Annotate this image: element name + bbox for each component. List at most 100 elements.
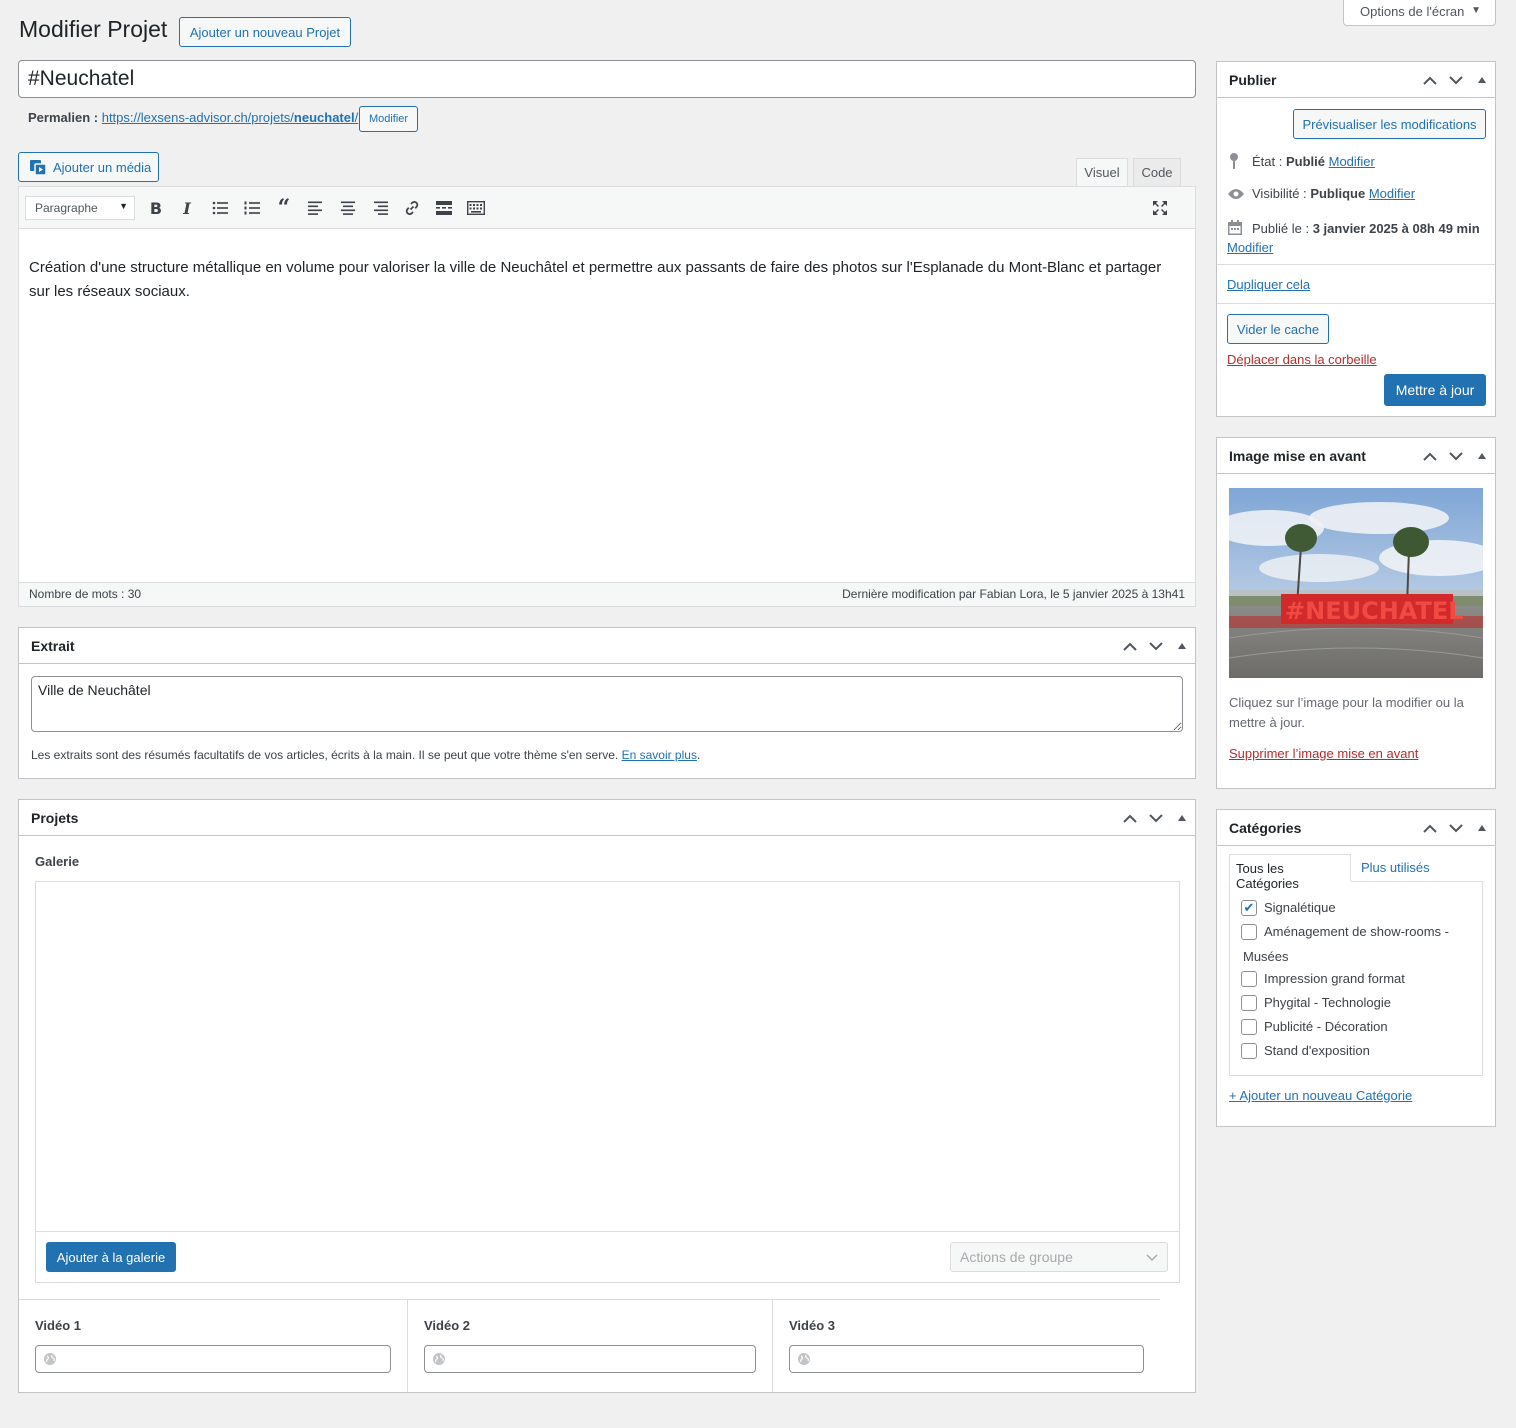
gallery-footer: Ajouter à la galerie Actions de groupe (36, 1231, 1179, 1282)
video3-input[interactable] (789, 1345, 1144, 1373)
move-down-icon[interactable] (1146, 808, 1166, 828)
add-media-label: Ajouter un média (53, 159, 152, 175)
tab-code[interactable]: Code (1133, 158, 1181, 186)
featured-image[interactable]: #NEUCHATEL (1229, 488, 1483, 678)
bulk-actions-select[interactable]: Actions de groupe (950, 1242, 1168, 1272)
checkbox[interactable] (1241, 924, 1257, 940)
collapse-toggle-icon[interactable] (1472, 70, 1492, 90)
collapse-toggle-icon[interactable] (1172, 636, 1192, 656)
italic-icon[interactable]: I (177, 198, 197, 218)
divider (772, 1300, 773, 1392)
move-down-icon[interactable] (1146, 636, 1166, 656)
visibility-edit-link[interactable]: Modifier (1369, 186, 1415, 201)
bullet-list-icon[interactable] (210, 198, 230, 218)
divider (407, 1300, 408, 1392)
move-up-icon[interactable] (1420, 446, 1440, 466)
learn-more-link[interactable]: En savoir plus (622, 748, 697, 762)
categories-title: Catégories (1229, 820, 1302, 836)
divider (1217, 264, 1495, 265)
categories-box: Catégories Tous les Catégories Plus util… (1216, 809, 1496, 1127)
post-title-input[interactable]: #Neuchatel (18, 60, 1196, 98)
category-item[interactable]: Stand d'exposition (1241, 1043, 1370, 1059)
editor-content[interactable]: Création d'une structure métallique en v… (29, 256, 1179, 304)
bold-icon[interactable]: B (146, 198, 166, 218)
move-down-icon[interactable] (1446, 446, 1466, 466)
publish-title: Publier (1229, 72, 1277, 88)
checkbox[interactable] (1241, 971, 1257, 987)
category-item[interactable]: ✔ Signalétique (1241, 900, 1336, 916)
tab-visual[interactable]: Visuel (1076, 158, 1128, 186)
projets-box-header: Projets (19, 800, 1195, 836)
category-item-continued: Musées (1243, 949, 1289, 964)
divider (19, 1299, 1160, 1300)
video1-input[interactable] (35, 1345, 391, 1373)
featured-image-lettering: #NEUCHATEL (1285, 597, 1464, 625)
format-select[interactable]: Paragraphe ▼ (25, 196, 135, 220)
move-to-trash-link[interactable]: Déplacer dans la corbeille (1227, 352, 1377, 367)
projets-box: Projets Galerie Ajouter à la galerie Act… (18, 799, 1196, 1393)
collapse-toggle-icon[interactable] (1472, 818, 1492, 838)
clear-cache-button[interactable]: Vider le cache (1227, 314, 1329, 344)
video2-input[interactable] (424, 1345, 756, 1373)
gallery-label: Galerie (35, 854, 80, 869)
category-item[interactable]: Aménagement de show-rooms - (1241, 924, 1449, 940)
globe-icon (44, 1353, 56, 1365)
update-button[interactable]: Mettre à jour (1384, 374, 1486, 406)
featured-image-box: Image mise en avant #NEUCHATEL Cliquez s… (1216, 437, 1496, 789)
visibility-row: Visibilité : Publique Modifier (1227, 186, 1415, 201)
align-left-icon[interactable] (306, 198, 326, 218)
move-up-icon[interactable] (1420, 818, 1440, 838)
move-down-icon[interactable] (1446, 818, 1466, 838)
add-to-gallery-button[interactable]: Ajouter à la galerie (46, 1242, 176, 1272)
status-edit-link[interactable]: Modifier (1329, 154, 1375, 169)
screen-options-button[interactable]: Options de l'écran ▼ (1343, 0, 1496, 26)
move-down-icon[interactable] (1446, 70, 1466, 90)
align-right-icon[interactable] (370, 198, 390, 218)
last-modified: Dernière modification par Fabian Lora, l… (842, 587, 1185, 601)
add-new-project-button[interactable]: Ajouter un nouveau Projet (179, 17, 351, 47)
remove-featured-image-link[interactable]: Supprimer l’image mise en avant (1229, 746, 1418, 761)
date-edit-link[interactable]: Modifier (1227, 240, 1273, 255)
checkbox[interactable] (1241, 1043, 1257, 1059)
tab-all-categories[interactable]: Tous les Catégories (1229, 854, 1351, 891)
publish-box-header: Publier (1217, 62, 1495, 98)
word-count: Nombre de mots : 30 (29, 587, 142, 601)
blockquote-icon[interactable]: “ (274, 195, 294, 221)
page-title: Modifier Projet (19, 16, 168, 42)
category-item[interactable]: Phygital - Technologie (1241, 995, 1391, 1011)
preview-changes-button[interactable]: Prévisualiser les modifications (1293, 109, 1486, 139)
numbered-list-icon[interactable] (242, 198, 262, 218)
checkbox[interactable] (1241, 995, 1257, 1011)
checkbox[interactable] (1241, 1019, 1257, 1035)
screen-options-label: Options de l'écran (1360, 4, 1465, 19)
video3-label: Vidéo 3 (789, 1318, 836, 1333)
eye-icon (1228, 188, 1244, 199)
permalink-link[interactable]: https://lexsens-advisor.ch/projets/neuch… (102, 110, 359, 125)
checkbox-checked[interactable]: ✔ (1241, 900, 1257, 916)
add-media-button[interactable]: Ajouter un média (18, 152, 159, 182)
toolbar-toggle-icon[interactable] (466, 198, 486, 218)
add-new-category-link[interactable]: + Ajouter un nouveau Catégorie (1229, 1088, 1412, 1103)
move-up-icon[interactable] (1120, 636, 1140, 656)
category-item[interactable]: Impression grand format (1241, 971, 1405, 987)
divider (1217, 303, 1495, 304)
tab-popular-categories[interactable]: Plus utilisés (1361, 860, 1430, 875)
permalink-edit-button[interactable]: Modifier (359, 106, 418, 132)
excerpt-textarea[interactable]: Ville de Neuchâtel (31, 676, 1183, 732)
category-item[interactable]: Publicité - Décoration (1241, 1019, 1388, 1035)
fullscreen-icon[interactable] (1150, 198, 1170, 218)
collapse-toggle-icon[interactable] (1472, 446, 1492, 466)
featured-image-box-header: Image mise en avant (1217, 438, 1495, 474)
duplicate-link[interactable]: Dupliquer cela (1227, 277, 1310, 292)
caret-down-icon: ▼ (1471, 5, 1481, 16)
move-up-icon[interactable] (1420, 70, 1440, 90)
excerpt-box-header: Extrait (19, 628, 1195, 664)
link-icon[interactable] (402, 198, 422, 218)
featured-image-title: Image mise en avant (1229, 448, 1366, 464)
move-up-icon[interactable] (1120, 808, 1140, 828)
calendar-icon (1228, 220, 1242, 235)
video2-label: Vidéo 2 (424, 1318, 471, 1333)
read-more-icon[interactable] (434, 198, 454, 218)
collapse-toggle-icon[interactable] (1172, 808, 1192, 828)
align-center-icon[interactable] (338, 198, 358, 218)
